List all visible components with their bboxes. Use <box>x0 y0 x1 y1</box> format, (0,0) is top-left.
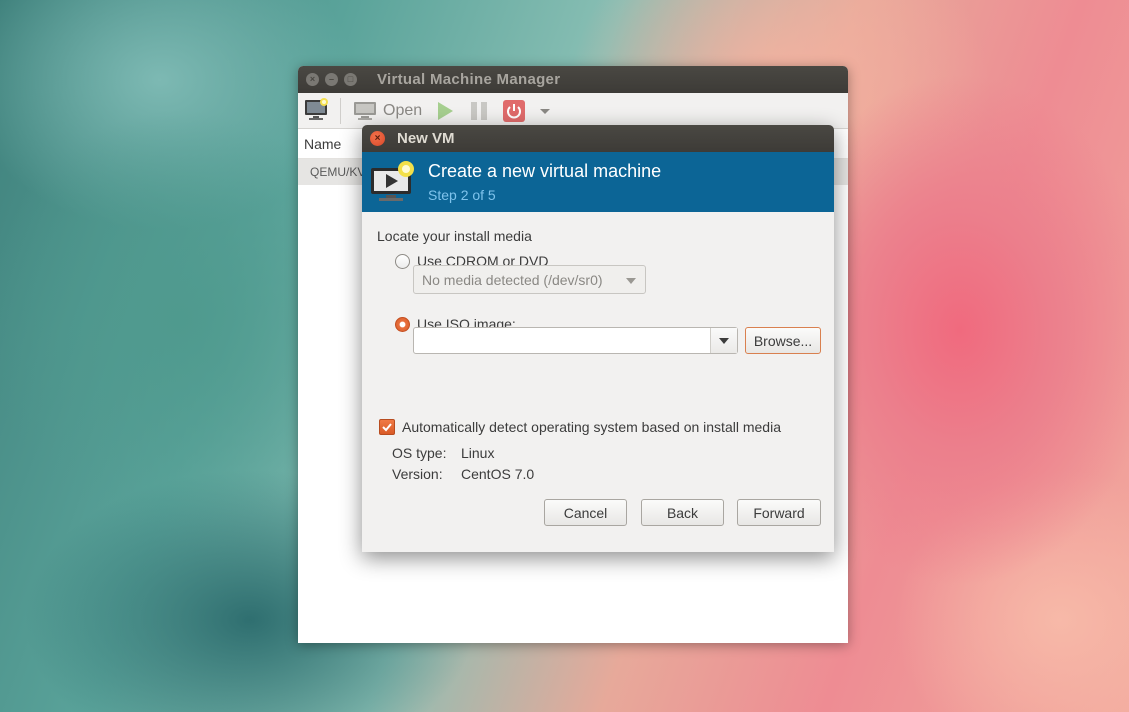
column-header-label: Name <box>304 135 342 152</box>
open-button[interactable]: Open <box>353 101 422 121</box>
cdrom-device-select: No media detected (/dev/sr0) <box>413 265 646 294</box>
cancel-button-label: Cancel <box>563 504 608 521</box>
run-icon[interactable] <box>434 100 456 122</box>
main-toolbar: Open <box>298 93 848 129</box>
autodetect-checkbox[interactable] <box>379 419 395 435</box>
autodetect-label[interactable]: Automatically detect operating system ba… <box>402 419 781 435</box>
dialog-titlebar: × New VM <box>362 125 834 152</box>
cdrom-device-value: No media detected (/dev/sr0) <box>422 271 603 288</box>
locate-media-label: Locate your install media <box>377 228 532 244</box>
checkmark-icon <box>382 423 392 432</box>
new-vm-icon <box>370 160 416 205</box>
main-window-title: Virtual Machine Manager <box>377 71 561 88</box>
version-value: CentOS 7.0 <box>461 466 535 482</box>
open-label: Open <box>383 101 423 119</box>
window-close-button[interactable]: × <box>306 73 319 86</box>
browse-button-label: Browse... <box>753 332 813 349</box>
toolbar-separator <box>340 97 341 124</box>
monitor-icon <box>354 101 376 120</box>
header-title: Create a new virtual machine <box>428 161 662 181</box>
cdrom-radio[interactable] <box>395 254 410 269</box>
dialog-header: Create a new virtual machine Step 2 of 5 <box>362 152 834 212</box>
chevron-down-icon <box>626 278 636 284</box>
cancel-button[interactable]: Cancel <box>544 499 627 526</box>
os-type-value: Linux <box>461 445 495 461</box>
os-type-label: OS type: <box>392 445 447 461</box>
dialog-body: Locate your install media Use CDROM or D… <box>362 212 834 552</box>
back-button[interactable]: Back <box>641 499 724 526</box>
power-icon[interactable] <box>502 99 526 123</box>
iso-radio[interactable] <box>395 317 410 332</box>
browse-button[interactable]: Browse... <box>745 327 821 354</box>
window-minimize-button[interactable]: – <box>325 73 338 86</box>
forward-button[interactable]: Forward <box>737 499 821 526</box>
pause-icon[interactable] <box>468 100 490 122</box>
window-maximize-button[interactable]: □ <box>344 73 357 86</box>
iso-dropdown-button[interactable] <box>710 328 737 353</box>
new-vm-dialog: × New VM Create a new virtual machine St… <box>362 125 834 552</box>
main-titlebar: × – □ Virtual Machine Manager <box>298 66 848 93</box>
chevron-down-icon[interactable] <box>538 106 552 116</box>
new-vm-icon[interactable] <box>304 97 330 124</box>
dialog-title: New VM <box>397 130 455 147</box>
forward-button-label: Forward <box>753 504 805 521</box>
iso-path-combo[interactable] <box>413 327 738 354</box>
chevron-down-icon <box>719 337 729 344</box>
header-step: Step 2 of 5 <box>428 187 496 203</box>
back-button-label: Back <box>666 504 699 521</box>
version-label: Version: <box>392 466 443 482</box>
dialog-close-button[interactable]: × <box>370 131 385 146</box>
